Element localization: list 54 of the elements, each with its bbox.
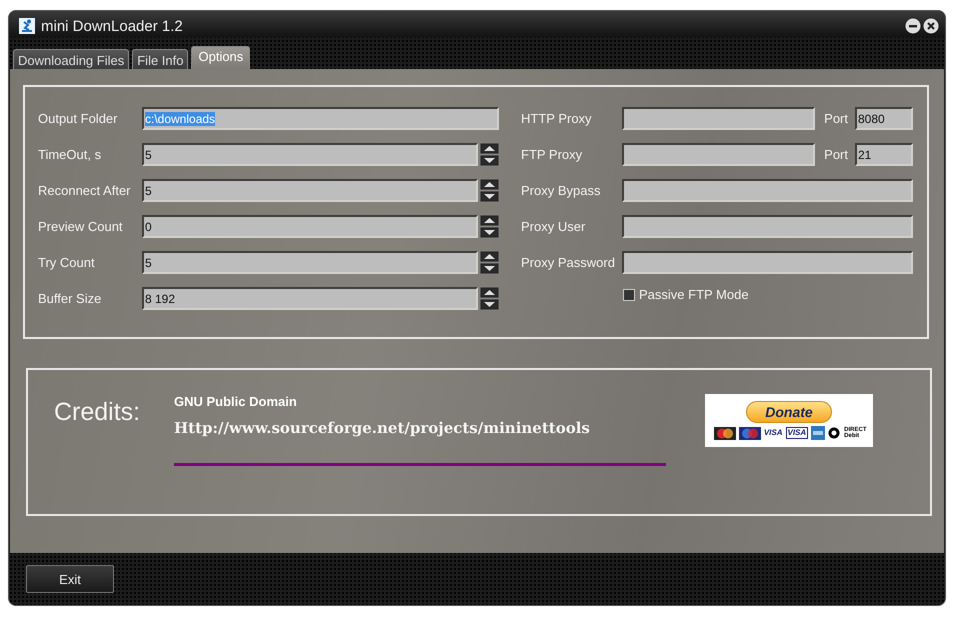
number-field[interactable]: 0 <box>142 215 478 238</box>
port-field[interactable]: 21 <box>855 143 913 166</box>
card-logo-icon <box>714 426 736 440</box>
number-field[interactable]: 5 <box>142 143 478 166</box>
minimize-button[interactable] <box>905 18 921 34</box>
input-field[interactable] <box>622 107 816 130</box>
port-label: Port <box>824 147 848 162</box>
input-field[interactable] <box>622 143 816 166</box>
spin-down-button[interactable] <box>480 299 499 310</box>
field-label: Proxy Bypass <box>521 183 602 198</box>
credits-heading: Credits: <box>54 398 142 428</box>
spin-up-button[interactable] <box>480 215 499 226</box>
spin-up-button[interactable] <box>480 251 499 262</box>
app-icon <box>19 18 35 34</box>
license-text: GNU Public Domain <box>174 394 298 409</box>
window-title: mini DownLoader 1.2 <box>41 18 183 34</box>
spin-up-button[interactable] <box>480 179 499 190</box>
field-label: TimeOut, s <box>38 147 102 162</box>
field-label: Output Folder <box>38 111 118 126</box>
project-link[interactable]: Http://www.sourceforge.net/projects/mininettools <box>174 419 666 437</box>
spin-down-button[interactable] <box>480 263 499 274</box>
number-field[interactable]: 5 <box>142 251 478 274</box>
field-label: Buffer Size <box>38 291 102 306</box>
field-label: FTP Proxy <box>521 147 584 162</box>
field-label: Proxy User <box>521 219 586 234</box>
number-field[interactable]: 5 <box>142 179 478 202</box>
checkbox-label[interactable]: Passive FTP Mode <box>639 287 749 302</box>
port-field[interactable]: 8080 <box>855 107 913 130</box>
card-logo-icon <box>738 426 761 440</box>
field-label: HTTP Proxy <box>521 111 593 126</box>
field-label: Proxy Password <box>521 255 616 270</box>
field-label: Reconnect After <box>38 183 132 198</box>
tab[interactable]: File Info <box>132 49 188 69</box>
input-field[interactable] <box>622 179 913 202</box>
spin-up-button[interactable] <box>480 287 499 298</box>
spin-down-button[interactable] <box>480 155 499 166</box>
input-field[interactable] <box>622 215 913 238</box>
card-logo: VISA <box>786 427 808 439</box>
spin-down-button[interactable] <box>480 227 499 238</box>
card-logo: VISA <box>764 429 782 437</box>
donate-button[interactable]: Donate <box>746 401 832 423</box>
close-button[interactable] <box>923 18 939 34</box>
exit-button[interactable]: Exit <box>26 565 114 593</box>
checkbox[interactable] <box>623 288 635 300</box>
field-label: Preview Count <box>38 219 124 234</box>
number-field[interactable]: 8 192 <box>142 287 478 310</box>
spin-up-button[interactable] <box>480 143 499 154</box>
card-logo-icon <box>811 426 826 440</box>
spin-down-button[interactable] <box>480 191 499 202</box>
debit-logo-icon <box>828 427 840 439</box>
input-field[interactable] <box>622 251 913 274</box>
field-label: Try Count <box>38 255 96 270</box>
port-label: Port <box>824 111 848 126</box>
tab[interactable]: Downloading Files <box>13 49 130 69</box>
